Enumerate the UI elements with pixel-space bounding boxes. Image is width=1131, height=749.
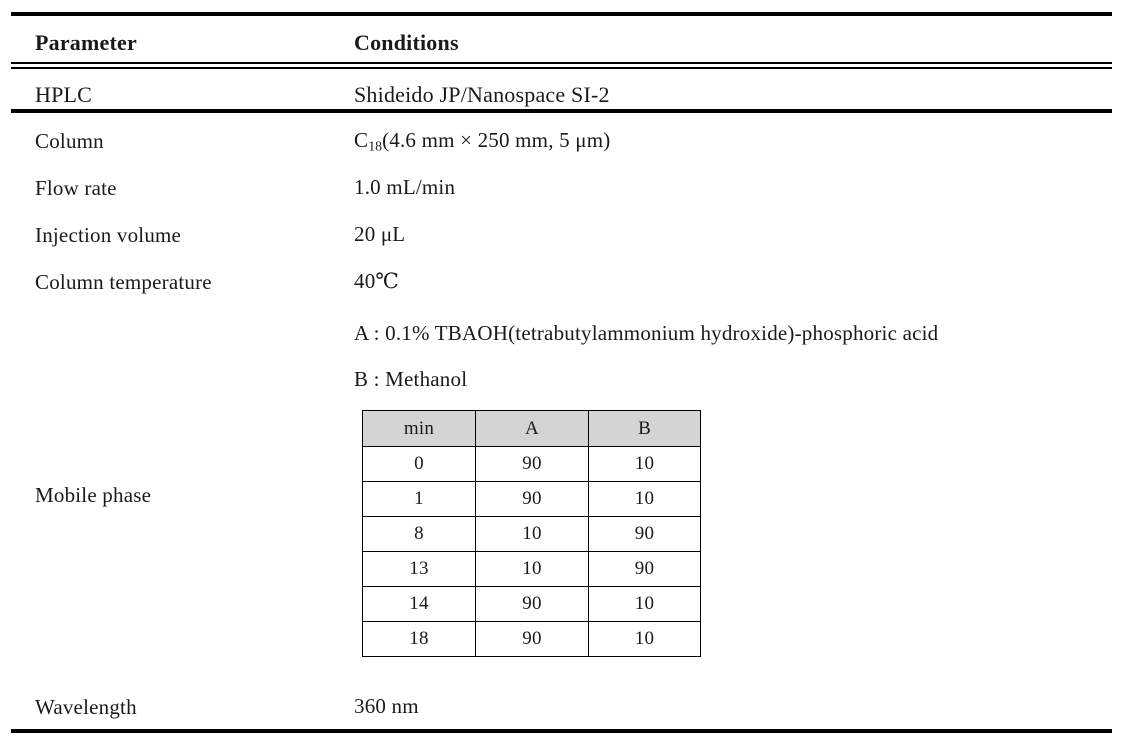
table-row: 14 90 10 <box>362 586 701 622</box>
gradient-cell-min: 18 <box>362 621 476 657</box>
mobile-phase-solvent-a: A : 0.1% TBAOH(tetrabutylammonium hydrox… <box>354 321 939 345</box>
row-label-flow-rate: Flow rate <box>35 176 117 200</box>
gradient-cell-min: 1 <box>362 481 476 517</box>
gradient-cell-b: 10 <box>588 586 701 622</box>
table-row: 0 90 10 <box>362 446 701 482</box>
row-label-injection-volume: Injection volume <box>35 223 182 247</box>
row-label-hplc: HPLC <box>35 82 93 107</box>
table-row: 13 10 90 <box>362 551 701 587</box>
gradient-cell-a: 90 <box>475 586 589 622</box>
column-header-parameter: Parameter <box>35 30 137 55</box>
gradient-cell-b: 90 <box>588 516 701 552</box>
gradient-program-table-wrapper: min A B 0 90 10 1 90 10 8 10 90 13 10 90… <box>362 410 701 657</box>
gradient-header-a: A <box>475 410 589 447</box>
gradient-header-b: B <box>588 410 701 447</box>
gradient-cell-b: 10 <box>588 446 701 482</box>
column-header-conditions: Conditions <box>354 30 459 55</box>
table-top-rule <box>11 12 1112 16</box>
row-label-column-temperature: Column temperature <box>35 270 212 294</box>
gradient-header-row: min A B <box>362 410 701 447</box>
gradient-cell-a: 90 <box>475 621 589 657</box>
row-value-flow-rate: 1.0 mL/min <box>354 175 456 199</box>
gradient-cell-a: 90 <box>475 481 589 517</box>
hplc-conditions-table: Parameter Conditions HPLC Shideido JP/Na… <box>11 10 1112 735</box>
row-label-wavelength: Wavelength <box>35 695 137 719</box>
column-value-subscript: 18 <box>368 138 383 154</box>
gradient-program-table: min A B 0 90 10 1 90 10 8 10 90 13 10 90… <box>362 410 701 657</box>
gradient-cell-a: 10 <box>475 516 589 552</box>
column-value-suffix: (4.6 mm × 250 mm, 5 μm) <box>382 128 611 152</box>
row-value-column-temperature: 40℃ <box>354 269 400 293</box>
gradient-header-min: min <box>362 410 476 447</box>
table-row: 1 90 10 <box>362 481 701 517</box>
gradient-cell-min: 14 <box>362 586 476 622</box>
table-row: 8 10 90 <box>362 516 701 552</box>
gradient-cell-min: 0 <box>362 446 476 482</box>
mobile-phase-solvent-b: B : Methanol <box>354 367 468 391</box>
gradient-cell-min: 8 <box>362 516 476 552</box>
gradient-cell-a: 90 <box>475 446 589 482</box>
gradient-cell-b: 10 <box>588 481 701 517</box>
row-value-hplc: Shideido JP/Nanospace SI-2 <box>354 82 610 107</box>
table-bottom-rule <box>11 729 1112 733</box>
row-value-wavelength: 360 nm <box>354 694 419 718</box>
hplc-section-rule <box>11 109 1112 113</box>
column-value-prefix: C <box>354 128 369 152</box>
gradient-cell-min: 13 <box>362 551 476 587</box>
gradient-cell-b: 90 <box>588 551 701 587</box>
header-double-rule-upper <box>11 62 1112 64</box>
row-label-mobile-phase: Mobile phase <box>35 483 152 507</box>
table-row: 18 90 10 <box>362 621 701 657</box>
row-value-column: C18(4.6 mm × 250 mm, 5 μm) <box>354 130 1094 156</box>
gradient-cell-a: 10 <box>475 551 589 587</box>
gradient-cell-b: 10 <box>588 621 701 657</box>
header-double-rule-lower <box>11 67 1112 69</box>
row-value-injection-volume: 20 μL <box>354 222 406 246</box>
row-label-column: Column <box>35 129 104 153</box>
